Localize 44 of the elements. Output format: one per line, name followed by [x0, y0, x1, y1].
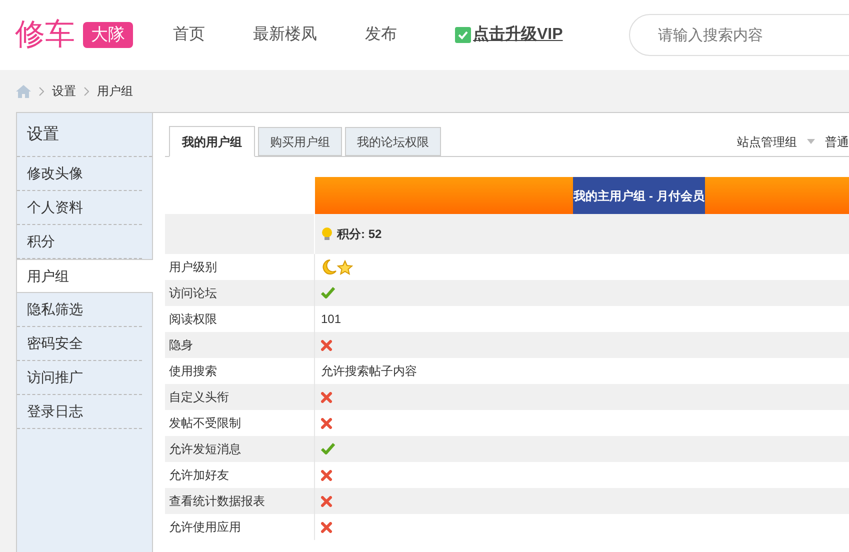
- sidebar-item[interactable]: 修改头像: [17, 157, 142, 191]
- nav-link[interactable]: 发布: [365, 23, 397, 47]
- chevron-icon: [39, 86, 44, 96]
- search-field[interactable]: 请输入搜索内容: [629, 14, 849, 56]
- row-label: 允许加好友: [169, 467, 229, 484]
- row-label: 自定义头衔: [169, 389, 229, 406]
- row-label: 允许发短消息: [169, 441, 241, 458]
- vip-link[interactable]: 点击升级VIP: [455, 23, 563, 47]
- home-icon[interactable]: [16, 84, 31, 98]
- row-label: 用户级别: [169, 259, 217, 276]
- tab[interactable]: 我的论坛权限: [345, 127, 441, 156]
- level-icon-drawing: [321, 259, 353, 275]
- nav-link[interactable]: 首页: [173, 23, 205, 47]
- row-label: 使用搜索: [169, 363, 217, 380]
- row-label: 访问论坛: [169, 285, 217, 302]
- value-text: 允许搜索帖子内容: [321, 363, 417, 380]
- lightbulb-icon: [321, 227, 333, 241]
- sidebar-item[interactable]: 隐私筛选: [17, 293, 142, 327]
- checkbox-icon: [455, 27, 471, 43]
- tab[interactable]: 我的用户组: [169, 126, 255, 157]
- chevron-icon: [84, 86, 89, 96]
- value-text: 101: [321, 311, 342, 328]
- nav-link[interactable]: 最新楼凤: [253, 23, 317, 47]
- row-label: 隐身: [169, 337, 193, 354]
- caret-icon: [807, 139, 815, 144]
- sidebar-item[interactable]: 用户组: [17, 259, 153, 293]
- logo-badge: 大隊: [83, 22, 133, 48]
- group-name[interactable]: 站点管理组: [737, 132, 797, 150]
- row-label: 允许使用应用: [169, 519, 241, 536]
- group-name[interactable]: 普通: [825, 132, 849, 150]
- breadcrumb-link[interactable]: 设置: [52, 82, 76, 100]
- sidebar-item[interactable]: 访问推广: [17, 361, 142, 395]
- row-label: 查看统计数据报表: [169, 493, 265, 510]
- row-label: 发帖不受限制: [169, 415, 241, 432]
- sidebar-item[interactable]: 登录日志: [17, 395, 142, 429]
- group-header: 我的主用户组 - 月付会员: [573, 177, 705, 214]
- sidebar-title: 设置: [17, 113, 152, 157]
- points-text: 积分: 52: [337, 226, 382, 243]
- tab[interactable]: 购买用户组: [258, 127, 342, 156]
- sidebar-item[interactable]: 密码安全: [17, 327, 142, 361]
- sidebar-item[interactable]: 个人资料: [17, 191, 142, 225]
- row-label: 阅读权限: [169, 311, 217, 328]
- logo-text: 修车: [15, 20, 75, 50]
- breadcrumb-link[interactable]: 用户组: [97, 82, 133, 100]
